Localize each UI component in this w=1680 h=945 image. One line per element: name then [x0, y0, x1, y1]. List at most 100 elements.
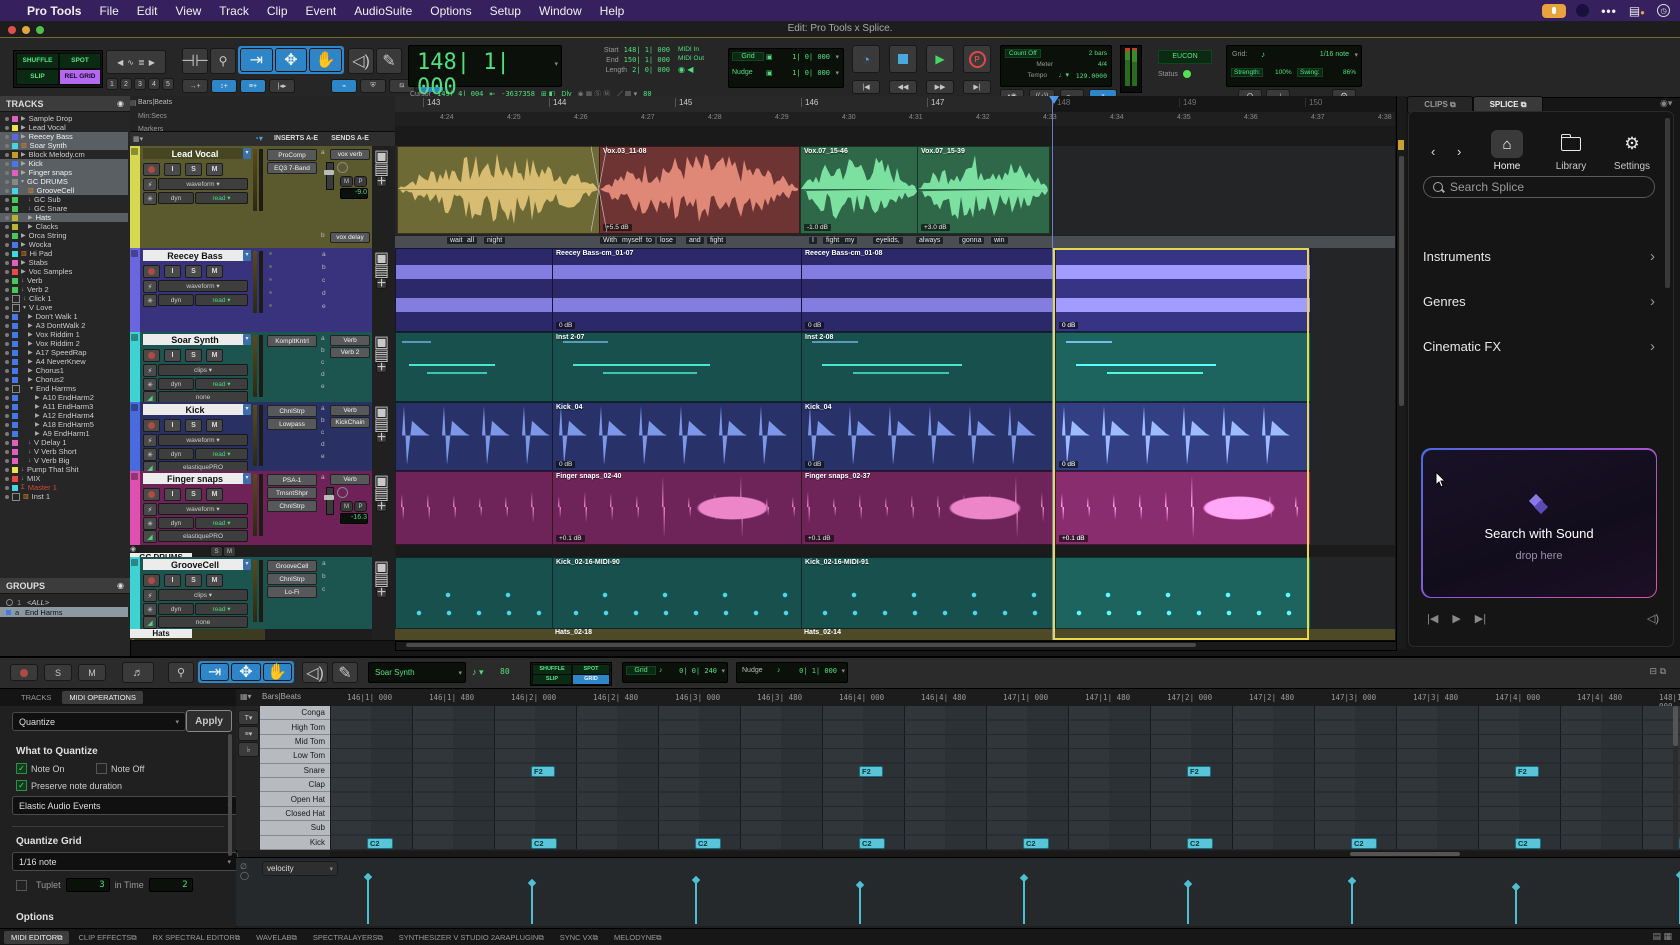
drum-row-clap[interactable]: Clap	[260, 778, 330, 792]
sidebar-track-stabs[interactable]: ▶Stabs	[0, 258, 128, 267]
search-with-sound-card[interactable]: Search with Sound drop here	[1421, 448, 1657, 598]
send-slot-c[interactable]: c	[322, 277, 325, 284]
dyn-selector[interactable]: dyn	[158, 378, 194, 390]
track-i-button[interactable]: I	[164, 419, 181, 432]
send-pan-knob[interactable]	[337, 487, 348, 498]
mirror-midi-button[interactable]: ⌁	[331, 79, 357, 93]
track-s-button[interactable]: S	[185, 265, 202, 278]
tab-bar-view-icons[interactable]: ▤ ▦	[1652, 931, 1672, 942]
window-tab-rx-spectral-editor[interactable]: RX SPECTRAL EDITOR ⧉	[146, 931, 247, 944]
send-slot-e[interactable]: e	[322, 303, 326, 310]
min-secs-ruler-label[interactable]: Min:Secs	[138, 113, 167, 120]
track-m-button[interactable]: M	[206, 349, 223, 362]
feel-grid-note-icon[interactable]: ♪	[1261, 50, 1265, 59]
midi-mode-grid[interactable]: GRID	[572, 674, 610, 685]
go-to-end-button[interactable]: ▶|	[963, 80, 991, 94]
track-mini-icon[interactable]	[131, 148, 138, 155]
inserts-header[interactable]: INSERTS A-E	[270, 135, 322, 142]
tuplet-d-field[interactable]: 2	[149, 878, 193, 892]
clip-gain-badge[interactable]: 0 dB	[1059, 461, 1078, 468]
sidebar-track-orca-string[interactable]: ▶Orca String	[0, 231, 128, 240]
tab-splice[interactable]: SPLICE ⧉	[1473, 96, 1543, 112]
velocity-stem[interactable]	[695, 879, 697, 924]
track-freeze-icon[interactable]: ▾	[243, 473, 251, 484]
record-circle-icon[interactable]	[1576, 4, 1589, 17]
count-off-label[interactable]: Count Off	[1005, 49, 1041, 58]
midi-zoom-tool[interactable]: ⚲	[168, 662, 194, 683]
clip-finger-snaps-02-40[interactable]: Finger snaps_02-40+0.1 dB	[552, 471, 803, 545]
flat-view-button[interactable]: ♭	[238, 742, 259, 757]
elastic-plugin-icon[interactable]: ◢	[143, 530, 157, 543]
track-name[interactable]: Hats	[130, 629, 192, 638]
clip-gain-badge[interactable]: +5.5 dB	[603, 224, 632, 231]
sidebar-track-a18-endharm5[interactable]: ▶A18 EndHarm5	[0, 420, 128, 429]
track-view-selector-icon[interactable]: ▦▾	[133, 135, 143, 143]
bars-beats-ruler-label[interactable]: Bars|Beats	[138, 99, 172, 106]
quantize-grid-selector[interactable]: 1/16 note▾	[12, 852, 238, 871]
send-kickchain[interactable]: KickChain	[330, 417, 370, 428]
splice-back-icon[interactable]: ‹	[1431, 144, 1435, 159]
insert-lowpass[interactable]: Lowpass	[267, 418, 317, 430]
record-enable-button[interactable]	[143, 419, 160, 432]
sidebar-track-reecey-bass[interactable]: ▶Reecey Bass	[0, 132, 128, 141]
clip-gain-badge[interactable]: +0.1 dB	[1059, 535, 1088, 542]
mode-slip-button[interactable]: SLIP	[16, 69, 59, 85]
edit-hscrollbar[interactable]	[395, 641, 1397, 651]
track-freeze-icon[interactable]: ▾	[243, 250, 251, 261]
clip-inst-2-08[interactable]: Inst 2-08	[801, 332, 1057, 402]
track-freeze-icon[interactable]: ▾	[243, 148, 251, 159]
sidebar-track-soar-synth[interactable]: ▥Soar Synth	[0, 141, 128, 150]
splice-category-genres[interactable]: Genres›	[1423, 289, 1655, 313]
sidebar-track-vox-riddim-2[interactable]: ▶Vox Riddim 2	[0, 339, 128, 348]
track-name[interactable]: Soar Synth	[143, 334, 247, 345]
window-tab-spectralayers[interactable]: SPECTRALAYERS ⧉	[306, 931, 390, 944]
splice-volume-icon[interactable]: ◁)	[1647, 612, 1659, 625]
send-level-value[interactable]: -9.0	[340, 188, 368, 199]
sidebar-track-end-harrms[interactable]: ▾End Harrms	[0, 384, 128, 393]
sidebar-track-groovecell[interactable]: ▥GrooveCell	[0, 186, 128, 195]
velocity-stem[interactable]	[1351, 880, 1353, 924]
note-c2[interactable]: C2	[1187, 838, 1213, 849]
clip[interactable]	[395, 402, 554, 471]
track-mini-icon[interactable]	[131, 250, 138, 257]
splice-nav-home[interactable]: ⌂ Home	[1487, 130, 1527, 172]
midi-trim-tool[interactable]: ⇥	[200, 663, 229, 681]
track-freeze-icon[interactable]: ▾	[243, 404, 251, 415]
sidebar-track-v-delay-1[interactable]: ↓V Delay 1	[0, 438, 128, 447]
record-button[interactable]: P	[963, 45, 991, 73]
velocity-stem[interactable]	[367, 876, 369, 924]
insert-slot-dot[interactable]	[269, 304, 272, 307]
return-to-zero-button[interactable]: |◀	[852, 80, 880, 94]
drum-row-mid-tom[interactable]: Mid Tom	[260, 735, 330, 749]
elastic-plugin-selector[interactable]: elastiquePRO	[158, 530, 248, 542]
splice-category-instruments[interactable]: Instruments›	[1423, 244, 1655, 268]
start-value[interactable]: 148| 1| 000	[624, 46, 670, 54]
clip-reecey-bass-cm-01-07[interactable]: Reecey Bass-cm_01-070 dB	[552, 248, 803, 332]
track-i-button[interactable]: I	[164, 574, 181, 587]
insert-slot-dot[interactable]	[269, 252, 272, 255]
send-pan-knob[interactable]	[337, 162, 348, 173]
splice-category-cinematic-fx[interactable]: Cinematic FX›	[1423, 334, 1655, 358]
send-p-button[interactable]: P	[354, 176, 367, 187]
note-f2[interactable]: F2	[859, 766, 883, 777]
preserve-duration-checkbox[interactable]: ✓Preserve note duration	[16, 780, 122, 791]
send-verb[interactable]: Verb	[330, 405, 370, 416]
track-i-button[interactable]: I	[164, 488, 181, 501]
automation-mode-selector[interactable]: read ▾	[195, 294, 248, 306]
dyn-selector[interactable]: dyn	[158, 192, 194, 204]
smart-tool[interactable]: ✋	[309, 48, 342, 72]
send-m-button[interactable]: M	[340, 176, 353, 187]
menu-track[interactable]: Track	[210, 4, 258, 18]
clip[interactable]	[1055, 332, 1311, 402]
automation-mode-selector[interactable]: read ▾	[195, 603, 248, 615]
track-header-lead-vocal[interactable]: Lead Vocal▾ISM⚡waveform ▾✳dynread ▾	[130, 146, 265, 249]
clip-gain-badge[interactable]: +0.1 dB	[805, 535, 834, 542]
send-slot-d[interactable]: d	[322, 290, 326, 297]
midi-nudge-block[interactable]: Nudge ♪ 0| 1| 000 ▾	[736, 662, 848, 683]
velocity-diamond[interactable]	[528, 879, 536, 887]
sidebar-track-click-1[interactable]: ↓Click 1	[0, 294, 128, 303]
grid-value[interactable]: 1| 0| 000	[792, 53, 830, 61]
input-monitor-icon[interactable]: ⚡	[143, 503, 157, 516]
midi-ruler-view-icon[interactable]: ▦▾	[240, 692, 252, 701]
more-icon[interactable]: •••	[1601, 4, 1617, 18]
